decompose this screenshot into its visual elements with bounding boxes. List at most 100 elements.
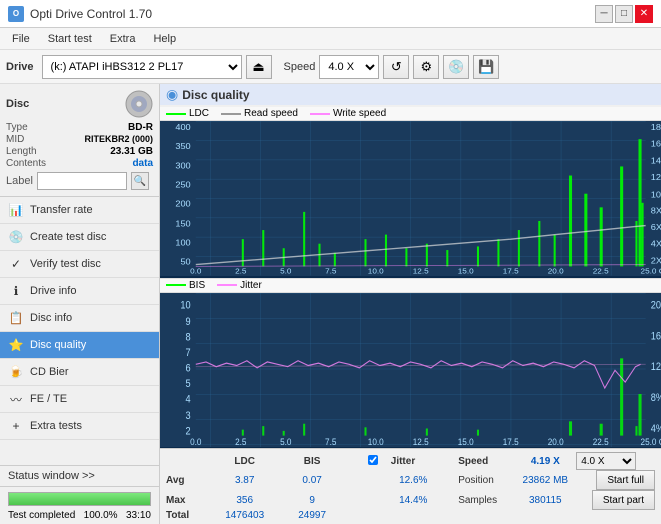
transfer-rate-icon: 📊 bbox=[8, 202, 24, 218]
legend-write: Write speed bbox=[310, 108, 386, 119]
drive-selector[interactable]: (k:) ATAPI iHBS312 2 PL17 bbox=[42, 55, 242, 79]
max-jitter: 14.4% bbox=[368, 490, 458, 510]
refresh-button[interactable]: ↺ bbox=[383, 55, 409, 79]
nav-create-test-disc[interactable]: 💿 Create test disc bbox=[0, 224, 159, 251]
svg-text:15.0: 15.0 bbox=[458, 436, 474, 447]
label-input[interactable] bbox=[37, 172, 127, 190]
svg-text:7: 7 bbox=[186, 347, 192, 359]
svg-text:200: 200 bbox=[175, 199, 190, 208]
speed-label: Speed bbox=[284, 61, 316, 73]
svg-text:4X: 4X bbox=[651, 239, 661, 248]
svg-text:8X: 8X bbox=[651, 206, 661, 215]
nav-verify-test-disc[interactable]: ✓ Verify test disc bbox=[0, 251, 159, 278]
progress-bar-container bbox=[8, 492, 151, 506]
status-bar: Status window >> Test completed 100.0% 3… bbox=[0, 465, 159, 524]
svg-text:300: 300 bbox=[175, 161, 190, 170]
disc-info-icon: 📋 bbox=[8, 310, 24, 326]
nav-extra-tests[interactable]: + Extra tests bbox=[0, 413, 159, 440]
disc-section: Disc Type BD-R MID RITEKBR2 (000) Length… bbox=[0, 84, 159, 197]
svg-text:2X: 2X bbox=[651, 256, 661, 265]
svg-text:0.0: 0.0 bbox=[190, 267, 201, 275]
svg-text:14X: 14X bbox=[651, 156, 661, 165]
avg-ldc: 3.87 bbox=[211, 470, 278, 490]
speed-quality-select[interactable]: 4.0 X bbox=[576, 452, 636, 470]
svg-text:2.5: 2.5 bbox=[235, 267, 246, 275]
drive-label: Drive bbox=[6, 61, 34, 73]
create-test-disc-icon: 💿 bbox=[8, 229, 24, 245]
svg-text:150: 150 bbox=[175, 219, 190, 228]
maximize-button[interactable]: □ bbox=[615, 5, 633, 23]
length-value: 23.31 GB bbox=[110, 146, 153, 157]
max-ldc: 356 bbox=[211, 490, 278, 510]
svg-text:22.5: 22.5 bbox=[593, 267, 609, 275]
label-label: Label bbox=[6, 175, 33, 187]
avg-jitter: 12.6% bbox=[368, 470, 458, 490]
settings-button[interactable]: ⚙ bbox=[413, 55, 439, 79]
svg-text:9: 9 bbox=[186, 316, 192, 328]
legend-read: Read speed bbox=[221, 108, 298, 119]
start-full-button[interactable]: Start full bbox=[596, 470, 655, 490]
label-edit-button[interactable]: 🔍 bbox=[131, 172, 149, 190]
eject-button[interactable]: ⏏ bbox=[246, 55, 272, 79]
svg-text:10.0: 10.0 bbox=[368, 267, 384, 275]
svg-text:20.0: 20.0 bbox=[548, 267, 564, 275]
close-button[interactable]: ✕ bbox=[635, 5, 653, 23]
nav-cd-bier[interactable]: 🍺 CD Bier bbox=[0, 359, 159, 386]
status-window-button[interactable]: Status window >> bbox=[0, 466, 159, 487]
status-text: Test completed bbox=[8, 510, 75, 521]
svg-text:12.5: 12.5 bbox=[413, 436, 429, 447]
svg-text:17.5: 17.5 bbox=[503, 436, 519, 447]
speed-selector[interactable]: 4.0 X bbox=[319, 55, 379, 79]
svg-text:4: 4 bbox=[186, 393, 192, 405]
svg-text:12%: 12% bbox=[651, 361, 661, 373]
speed-header: Speed bbox=[458, 452, 514, 470]
position-val: 23862 MB bbox=[514, 470, 576, 490]
menu-file[interactable]: File bbox=[4, 31, 38, 47]
menu-help[interactable]: Help bbox=[145, 31, 184, 47]
nav-transfer-rate[interactable]: 📊 Transfer rate bbox=[0, 197, 159, 224]
nav-fe-te[interactable]: 〰 FE / TE bbox=[0, 386, 159, 413]
max-label: Max bbox=[166, 490, 211, 510]
menu-bar: File Start test Extra Help bbox=[0, 28, 661, 50]
legend-ldc: LDC bbox=[166, 108, 209, 119]
svg-text:25.0 GB: 25.0 GB bbox=[641, 436, 661, 447]
title-bar: O Opti Drive Control 1.70 ─ □ ✕ bbox=[0, 0, 661, 28]
disc-button[interactable]: 💿 bbox=[443, 55, 469, 79]
disc-quality-icon: ⭐ bbox=[8, 337, 24, 353]
svg-text:400: 400 bbox=[175, 123, 190, 132]
legend-jitter: Jitter bbox=[217, 280, 262, 291]
nav-disc-info[interactable]: 📋 Disc info bbox=[0, 305, 159, 332]
svg-text:20.0: 20.0 bbox=[548, 436, 564, 447]
length-label: Length bbox=[6, 146, 37, 157]
nav-drive-info[interactable]: ℹ Drive info bbox=[0, 278, 159, 305]
jitter-header: Jitter bbox=[391, 452, 458, 470]
verify-test-disc-icon: ✓ bbox=[8, 256, 24, 272]
svg-text:100: 100 bbox=[175, 238, 190, 247]
svg-text:8: 8 bbox=[186, 331, 192, 343]
save-button[interactable]: 💾 bbox=[473, 55, 499, 79]
svg-text:18X: 18X bbox=[651, 123, 661, 132]
stats-table: LDC BIS Jitter Speed 4.19 X 4.0 X bbox=[166, 452, 655, 521]
svg-text:8%: 8% bbox=[651, 392, 661, 404]
contents-label: Contents bbox=[6, 158, 46, 169]
minimize-button[interactable]: ─ bbox=[595, 5, 613, 23]
position-label: Position bbox=[458, 470, 514, 490]
avg-label: Avg bbox=[166, 470, 211, 490]
toolbar: Drive (k:) ATAPI iHBS312 2 PL17 ⏏ Speed … bbox=[0, 50, 661, 84]
menu-start-test[interactable]: Start test bbox=[40, 31, 100, 47]
disc-title: Disc bbox=[6, 98, 29, 110]
svg-text:10X: 10X bbox=[651, 190, 661, 199]
samples-label: Samples bbox=[458, 490, 514, 510]
nav-disc-quality[interactable]: ⭐ Disc quality bbox=[0, 332, 159, 359]
jitter-checkbox[interactable] bbox=[368, 455, 378, 465]
svg-text:3: 3 bbox=[186, 410, 192, 422]
sidebar: Disc Type BD-R MID RITEKBR2 (000) Length… bbox=[0, 84, 160, 524]
bis-header: BIS bbox=[278, 452, 345, 470]
start-part-button[interactable]: Start part bbox=[592, 490, 655, 510]
svg-text:5.0: 5.0 bbox=[280, 436, 291, 447]
svg-text:12.5: 12.5 bbox=[413, 267, 429, 275]
window-controls: ─ □ ✕ bbox=[595, 5, 653, 23]
contents-value: data bbox=[132, 158, 153, 169]
menu-extra[interactable]: Extra bbox=[102, 31, 144, 47]
bottom-chart-svg: 10 9 8 7 6 5 4 3 2 20% 16% 12% 8% 4% 0.0… bbox=[160, 293, 661, 448]
